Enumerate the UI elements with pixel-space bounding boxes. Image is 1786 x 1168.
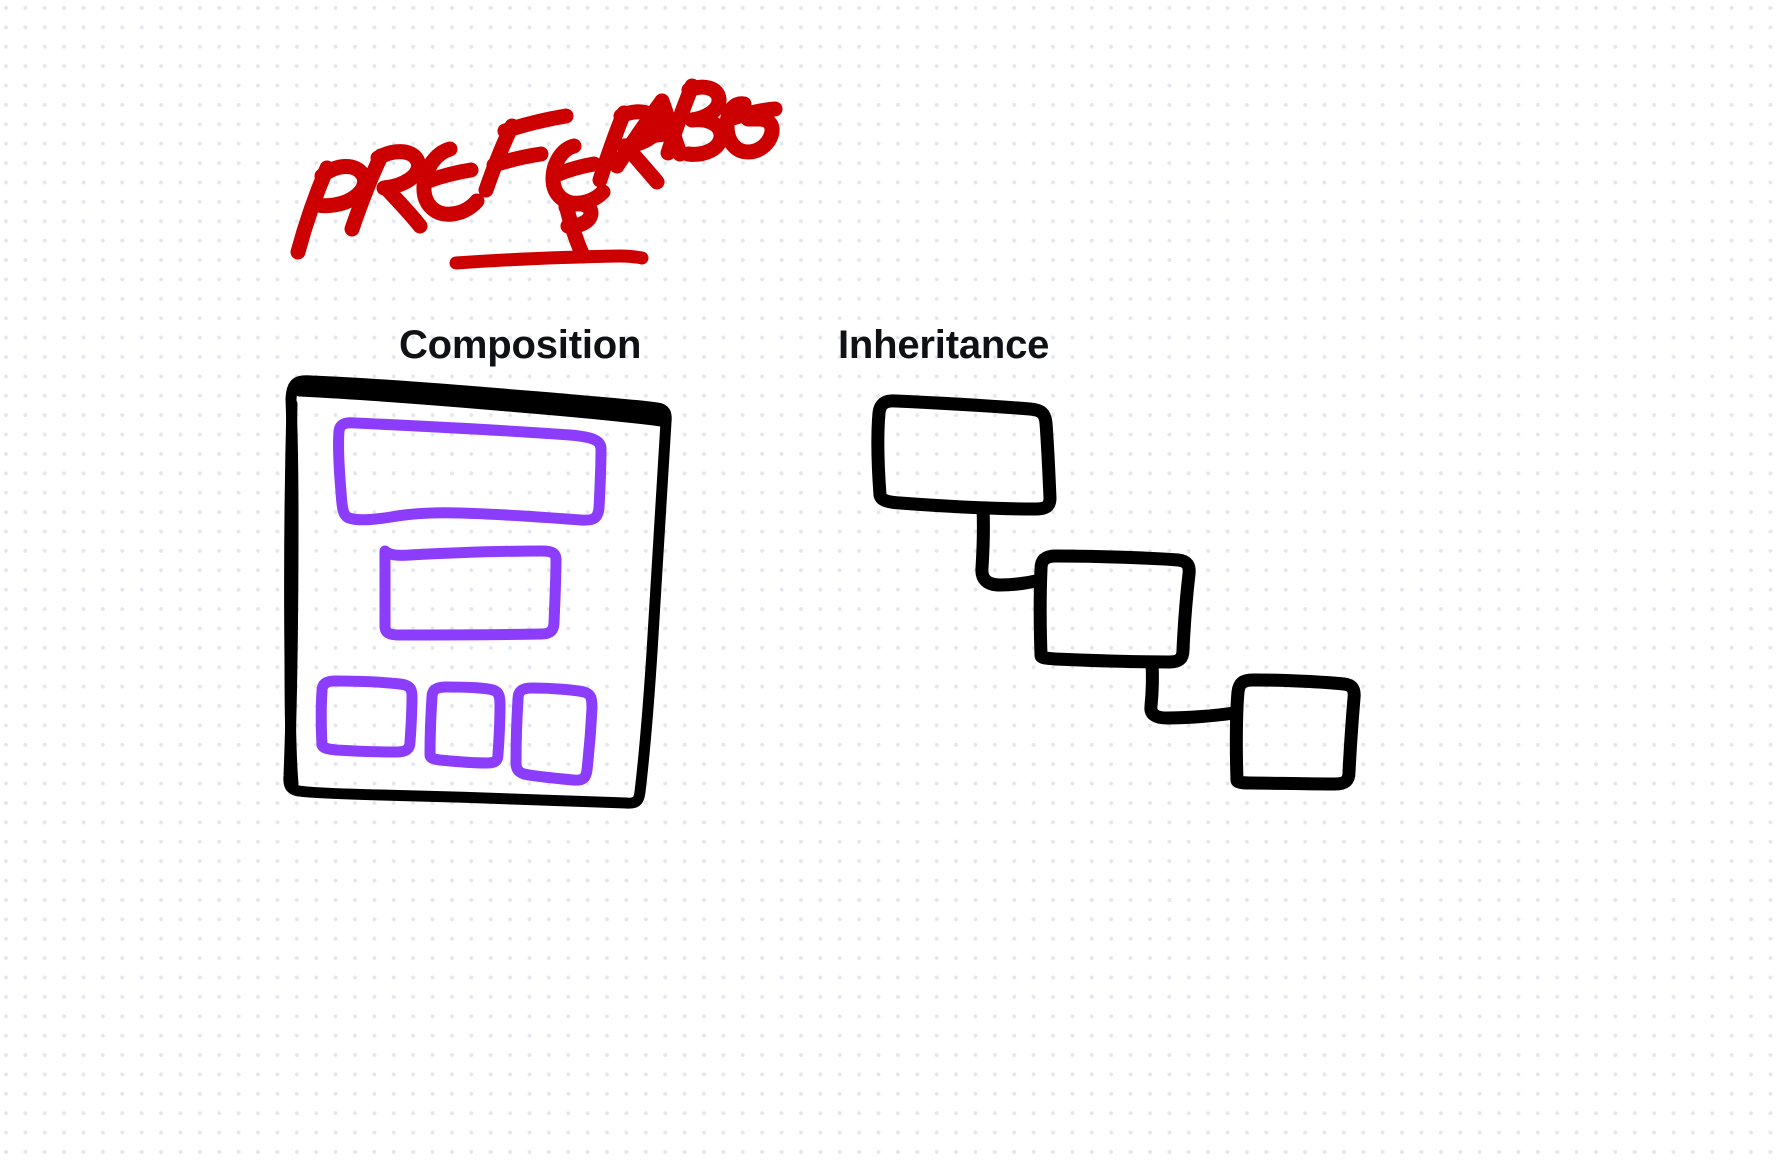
- annotation-letter-r: [344, 148, 389, 237]
- column-label-composition: Composition: [399, 323, 642, 367]
- annotation-letter-f-top: [497, 108, 574, 139]
- annotation-letter-g-bar: [725, 101, 783, 126]
- superclass-box: [871, 394, 1057, 516]
- component-box-medium-middle: [379, 545, 562, 641]
- handwritten-annotation-text: PREFERABG: [0, 0, 1, 1]
- annotation-letter-a-bar: [628, 126, 679, 147]
- preferable-annotation-group: [290, 78, 783, 270]
- annotation-letter-r2-leg: [618, 138, 665, 190]
- column-label-inheritance: Inheritance: [838, 323, 1050, 367]
- annotation-letter-e2: [545, 138, 611, 211]
- connector-subclass-to-sub-subclass: [1144, 655, 1241, 725]
- annotation-letter-r-bowl: [370, 144, 426, 196]
- annotation-pointer-r-bowl: [558, 196, 599, 234]
- annotation-letter-a-right: [654, 93, 688, 162]
- component-box-small-2: [424, 681, 506, 769]
- annotation-letter-b-bot: [680, 112, 729, 162]
- sub-subclass-box: [1229, 673, 1361, 791]
- connector-superclass-to-subclass: [975, 501, 1047, 592]
- annotation-letter-g: [719, 96, 780, 160]
- component-box-large-top: [333, 417, 607, 526]
- annotation-letter-e-bar: [420, 162, 479, 189]
- annotation-letter-p: [290, 160, 335, 260]
- whiteboard-canvas[interactable]: Composition Inheritance PREFERABG: [0, 0, 1786, 1168]
- annotation-letter-r-leg: [378, 180, 428, 234]
- component-box-small-3: [510, 682, 598, 786]
- outer-container-box: [283, 375, 672, 809]
- subclass-box: [1033, 549, 1196, 669]
- board-drawing-layer: [283, 78, 1361, 809]
- annotation-letter-b: [660, 78, 700, 161]
- annotation-letter-r2: [592, 105, 632, 188]
- annotation-underline: [449, 249, 649, 270]
- annotation-letter-r2-bowl: [613, 104, 665, 154]
- annotation-pointer-r-stem: [558, 197, 591, 264]
- inheritance-diagram: [871, 394, 1361, 791]
- composition-parts: [315, 417, 607, 786]
- annotation-letter-f-mid: [486, 146, 549, 173]
- annotation-letter-b-top: [681, 79, 727, 128]
- annotation-letter-f: [478, 118, 520, 198]
- outer-container-box-left-accent: [284, 398, 299, 790]
- annotation-letter-p-bowl: [310, 159, 373, 214]
- annotation-letter-a: [609, 93, 670, 174]
- annotation-letter-e: [416, 141, 485, 222]
- outer-container-box-top-accent: [293, 383, 668, 427]
- composition-diagram: [283, 375, 672, 809]
- annotation-letter-e2-bar: [548, 156, 602, 183]
- component-box-small-1: [315, 675, 418, 758]
